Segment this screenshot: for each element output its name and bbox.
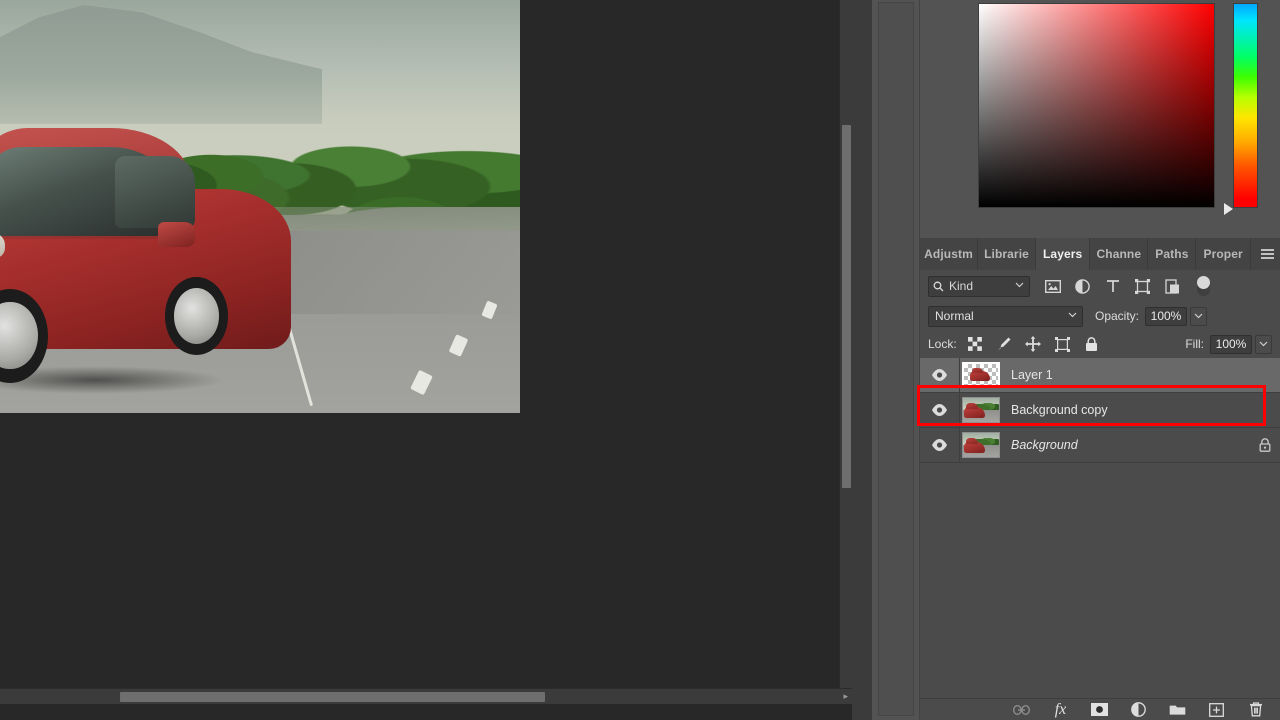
car-rear-rim: [174, 288, 220, 344]
new-fill-adjustment-layer-button[interactable]: [1130, 701, 1147, 718]
panel-tab-bar: Adjustm Librarie Layers Channe Paths Pro…: [920, 238, 1280, 270]
chevron-down-icon[interactable]: [1068, 312, 1077, 318]
layer-thumbnail[interactable]: [962, 397, 1000, 423]
layer-name[interactable]: Layer 1: [1002, 368, 1250, 382]
tab-paths-label: Paths: [1155, 247, 1188, 261]
fill-slider-caret[interactable]: [1255, 335, 1272, 354]
layer-thumbnail-cell[interactable]: [960, 397, 1002, 423]
link-layers-button[interactable]: [1013, 701, 1030, 718]
hue-strip[interactable]: [1233, 3, 1258, 208]
layer-name[interactable]: Background copy: [1002, 403, 1250, 417]
table-row[interactable]: Background copy: [920, 393, 1280, 428]
fill-label: Fill:: [1185, 337, 1204, 351]
table-row[interactable]: Background: [920, 428, 1280, 463]
dock-gutter: [852, 0, 872, 720]
blend-mode-value: Normal: [935, 309, 974, 323]
layer-type-filters: [1044, 278, 1181, 295]
layer-thumbnail[interactable]: [962, 432, 1000, 458]
blend-mode-select[interactable]: Normal: [928, 306, 1083, 327]
tab-libraries-label: Librarie: [984, 247, 1029, 261]
horizontal-scrollbar-thumb[interactable]: [120, 692, 545, 702]
collapsed-panel-strip[interactable]: [872, 0, 920, 720]
shape-layer-filter-icon[interactable]: [1134, 278, 1151, 295]
layer-thumbnail-car: [970, 371, 990, 380]
layer-locked-icon: [1250, 438, 1280, 452]
layer-thumbnail-scene: [963, 433, 999, 457]
vertical-scrollbar-thumb[interactable]: [842, 125, 851, 488]
car-subject: [0, 128, 291, 405]
opacity-value[interactable]: 100%: [1145, 307, 1187, 326]
lock-all-icon[interactable]: [1083, 336, 1100, 353]
photoshop-window: ▾ ▸ Adjustm Librarie Layers Channe P: [0, 0, 1280, 720]
document-image[interactable]: [0, 0, 520, 413]
tab-layers[interactable]: Layers: [1036, 238, 1090, 270]
add-layer-mask-button[interactable]: [1091, 701, 1108, 718]
lock-transparent-pixels-icon[interactable]: [967, 336, 984, 353]
lock-position-icon[interactable]: [1025, 336, 1042, 353]
tab-channels-label: Channe: [1097, 247, 1142, 261]
hamburger-bars: [1261, 247, 1274, 261]
chevron-right-icon[interactable]: ▸: [843, 691, 848, 702]
layers-panel-footer: fx: [920, 698, 1280, 720]
right-dock: Adjustm Librarie Layers Channe Paths Pro…: [872, 0, 1280, 720]
opacity-slider-caret[interactable]: [1190, 307, 1207, 326]
new-layer-button[interactable]: [1208, 701, 1225, 718]
tab-libraries[interactable]: Librarie: [978, 238, 1036, 270]
filter-kind-label: Kind: [949, 279, 973, 293]
document-canvas-area[interactable]: ▾ ▸: [0, 0, 852, 704]
layer-visibility-toggle[interactable]: [920, 393, 960, 427]
layer-thumbnail[interactable]: [962, 362, 1000, 388]
layer-visibility-toggle[interactable]: [920, 428, 960, 462]
tab-channels[interactable]: Channe: [1090, 238, 1148, 270]
eye-icon: [931, 369, 948, 381]
layer-name[interactable]: Background: [1002, 438, 1250, 452]
lock-label: Lock:: [928, 337, 957, 351]
tab-adjustments-label: Adjustm: [924, 247, 973, 261]
blend-opacity-row: Normal Opacity: 100%: [920, 302, 1280, 330]
car-side-mirror: [158, 222, 195, 247]
panel-menu-icon[interactable]: [1254, 238, 1280, 270]
new-group-button[interactable]: [1169, 701, 1186, 718]
car-side-window: [115, 156, 195, 228]
tab-adjustments[interactable]: Adjustm: [920, 238, 978, 270]
lock-image-pixels-icon[interactable]: [996, 336, 1013, 353]
eye-icon: [931, 404, 948, 416]
lock-buttons: [967, 336, 1100, 353]
layer-list[interactable]: Layer 1 Backg: [920, 358, 1280, 698]
car-rear-wheel: [165, 277, 228, 354]
opacity-label: Opacity:: [1095, 309, 1139, 323]
car-front-rim: [0, 302, 38, 370]
layer-filter-row: Kind: [920, 270, 1280, 302]
layer-thumbnail-cell[interactable]: [960, 432, 1002, 458]
delete-layer-button[interactable]: [1247, 701, 1264, 718]
fill-value[interactable]: 100%: [1210, 335, 1252, 354]
adjustment-layer-filter-icon[interactable]: [1074, 278, 1091, 295]
chevron-down-icon[interactable]: [1015, 282, 1024, 288]
search-icon: [933, 281, 944, 292]
type-layer-filter-icon[interactable]: [1104, 278, 1121, 295]
color-field[interactable]: [978, 3, 1215, 208]
filter-toggle-switch[interactable]: [1197, 276, 1210, 296]
pixel-layer-filter-icon[interactable]: [1044, 278, 1061, 295]
filter-kind-select[interactable]: Kind: [928, 276, 1030, 297]
hue-slider-marker[interactable]: [1224, 203, 1233, 215]
layer-visibility-toggle[interactable]: [920, 358, 960, 392]
document-horizontal-scrollbar[interactable]: ▸: [0, 688, 852, 704]
lock-fill-row: Lock:: [920, 330, 1280, 358]
collapsed-panel-strip-inner[interactable]: [878, 2, 914, 716]
tab-properties[interactable]: Proper: [1196, 238, 1250, 270]
tab-layers-label: Layers: [1043, 247, 1082, 261]
layer-style-fx-button[interactable]: fx: [1052, 701, 1069, 718]
layers-panel: Adjustm Librarie Layers Channe Paths Pro…: [920, 238, 1280, 720]
document-vertical-scrollbar[interactable]: ▾: [839, 0, 852, 704]
lock-artboard-nesting-icon[interactable]: [1054, 336, 1071, 353]
tab-properties-label: Proper: [1203, 247, 1242, 261]
smart-object-filter-icon[interactable]: [1164, 278, 1181, 295]
color-panel[interactable]: [920, 0, 1280, 236]
tab-paths[interactable]: Paths: [1148, 238, 1196, 270]
eye-icon: [931, 439, 948, 451]
table-row[interactable]: Layer 1: [920, 358, 1280, 393]
layer-thumbnail-cell[interactable]: [960, 362, 1002, 388]
layer-thumbnail-scene: [963, 398, 999, 422]
